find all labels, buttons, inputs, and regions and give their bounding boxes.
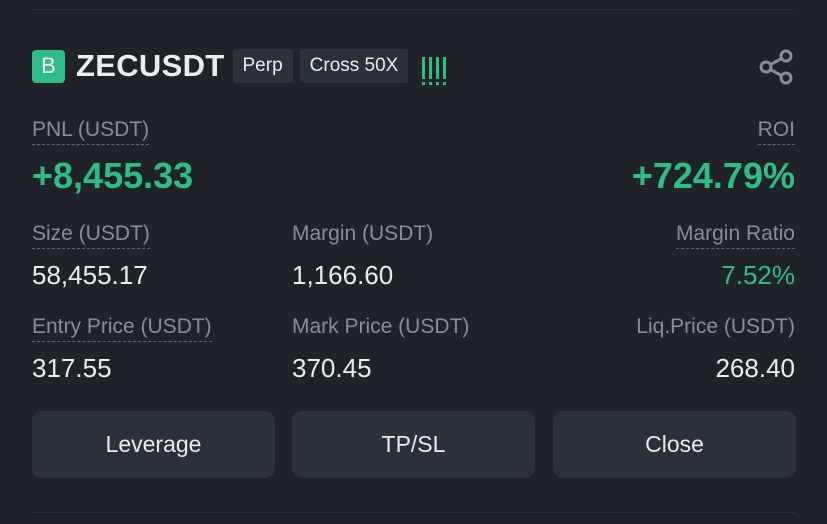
size-label[interactable]: Size (USDT) — [32, 222, 150, 249]
margin-mode-tag[interactable]: Cross 50X — [299, 49, 409, 83]
margin-ratio-label[interactable]: Margin Ratio — [675, 222, 795, 249]
margin-value: 1,166.60 — [292, 260, 394, 290]
liq-price-value: 268.40 — [715, 353, 795, 383]
margin-ratio-value: 7.52% — [721, 260, 795, 290]
risk-bars-icon — [422, 53, 447, 85]
leverage-button[interactable]: Leverage — [32, 411, 275, 478]
entry-price-label[interactable]: Entry Price (USDT) — [32, 315, 212, 342]
position-card: B ZECUSDT Perp Cross 50X PNL (USDT) +8,4… — [0, 0, 827, 524]
position-header: B ZECUSDT Perp Cross 50X — [32, 48, 795, 86]
close-position-button[interactable]: Close — [553, 411, 796, 478]
share-icon[interactable] — [757, 48, 795, 86]
size-value: 58,455.17 — [32, 260, 148, 290]
pnl-value: +8,455.33 — [32, 155, 194, 196]
pnl-label[interactable]: PNL (USDT) — [32, 118, 150, 145]
liq-price-label: Liq.Price (USDT) — [636, 315, 795, 338]
mark-price-label: Mark Price (USDT) — [292, 315, 470, 338]
roi-label[interactable]: ROI — [757, 118, 795, 145]
entry-price-value: 317.55 — [32, 353, 112, 383]
contract-type-tag: Perp — [232, 49, 293, 83]
tpsl-button[interactable]: TP/SL — [292, 411, 535, 478]
mark-price-value: 370.45 — [292, 353, 372, 383]
roi-value: +724.79% — [631, 155, 795, 196]
top-divider — [32, 9, 795, 10]
bottom-divider — [32, 512, 795, 513]
margin-label: Margin (USDT) — [292, 222, 434, 245]
side-badge: B — [32, 49, 65, 83]
symbol-name[interactable]: ZECUSDT — [76, 48, 225, 84]
